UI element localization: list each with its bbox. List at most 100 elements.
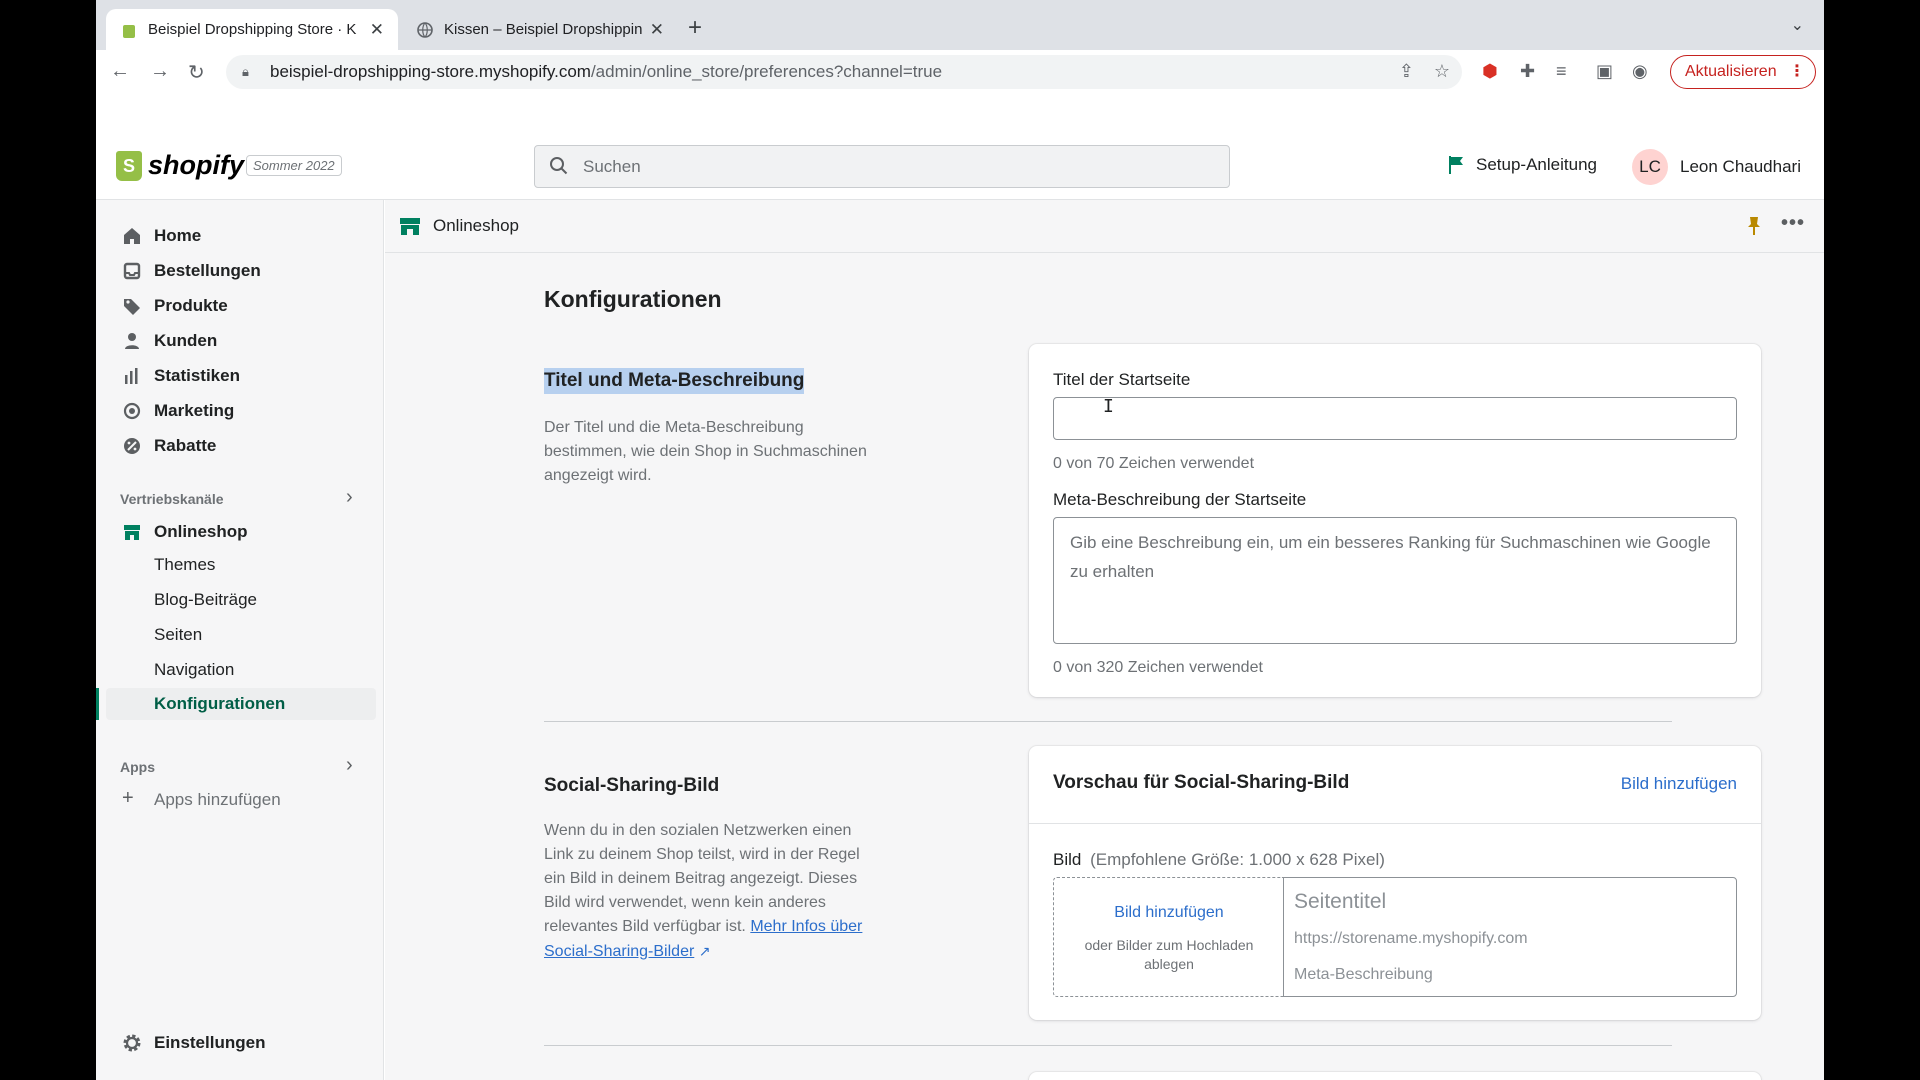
new-tab-icon[interactable]: +: [688, 14, 702, 42]
extension-icon[interactable]: ⬢: [1482, 61, 1498, 82]
chevron-right-icon[interactable]: ›: [346, 754, 353, 777]
globe-icon: [416, 21, 434, 39]
browser-window: Beispiel Dropshipping Store · K ✕ Kissen…: [96, 0, 1824, 1080]
browser-toolbar: ← → ↻ 🔒︎ beispiel-dropshipping-store.mys…: [96, 50, 1824, 94]
add-apps-label: Apps hinzufügen: [154, 790, 281, 809]
apps-heading: Apps: [120, 759, 155, 775]
page-title: Konfigurationen: [544, 286, 722, 312]
star-icon[interactable]: ☆: [1434, 61, 1450, 82]
sidebar-item-label: Statistiken: [154, 366, 240, 385]
image-label: Bild: [1053, 850, 1082, 869]
sidebar-sub-pages[interactable]: Seiten: [106, 619, 376, 651]
share-icon[interactable]: ⇪: [1399, 61, 1414, 82]
dropzone-add-button[interactable]: Bild hinzufügen: [1054, 904, 1284, 922]
preview-description: Meta-Beschreibung: [1294, 966, 1433, 983]
sidebar-sub-navigation[interactable]: Navigation: [106, 654, 376, 686]
sidebar-sub-preferences[interactable]: Konfigurationen: [106, 688, 376, 720]
side-panel-icon[interactable]: ▣: [1596, 61, 1613, 82]
chevron-right-icon[interactable]: ›: [346, 486, 353, 509]
dropzone-hint: oder Bilder zum Hochladen ablegen: [1084, 937, 1254, 972]
logo-text: shopify: [148, 150, 245, 180]
lock-icon: 🔒︎: [242, 64, 249, 79]
shopify-favicon-icon: [120, 21, 138, 39]
flag-icon: [1449, 156, 1463, 174]
image-dropzone[interactable]: Bild hinzufügen oder Bilder zum Hochlade…: [1053, 877, 1283, 997]
sidebar-item-analytics[interactable]: Statistiken: [106, 359, 376, 393]
external-link-icon: ↗: [698, 943, 711, 959]
tab-active[interactable]: Beispiel Dropshipping Store · K ✕: [106, 9, 398, 50]
active-indicator: [96, 688, 99, 720]
breadcrumb: Onlineshop •••: [385, 200, 1824, 253]
title-char-count: 0 von 70 Zeichen verwendet: [1053, 455, 1255, 472]
sidebar-item-label: Kunden: [154, 331, 218, 350]
meta-placeholder: Gib eine Beschreibung ein, um ein besser…: [1070, 533, 1711, 581]
person-icon: [125, 333, 139, 349]
sidebar-item-orders[interactable]: Bestellungen: [106, 254, 376, 288]
tab-inactive[interactable]: Kissen – Beispiel Dropshipping ✕: [402, 9, 678, 50]
address-bar[interactable]: 🔒︎ beispiel-dropshipping-store.myshopify…: [226, 55, 1462, 89]
sidebar-item-label: Einstellungen: [154, 1033, 266, 1052]
user-name[interactable]: Leon Chaudhari: [1680, 157, 1801, 177]
channels-heading: Vertriebskanäle: [120, 491, 224, 507]
sidebar-item-label: Bestellungen: [154, 261, 261, 280]
image-label-row: Bild (Empfohlene Größe: 1.000 x 628 Pixe…: [1053, 850, 1385, 870]
update-button[interactable]: Aktualisieren ⋮: [1670, 55, 1816, 89]
seo-card: Titel der Startseite 0 von 70 Zeichen ve…: [1029, 344, 1761, 697]
sidebar-item-label: Marketing: [154, 401, 235, 420]
more-icon[interactable]: •••: [1781, 212, 1805, 235]
sidebar-item-online-store[interactable]: Onlineshop: [106, 515, 376, 549]
meta-description-textarea[interactable]: Gib eine Beschreibung ein, um ein besser…: [1053, 517, 1737, 644]
section-title-social: Social-Sharing-Bild: [544, 775, 720, 796]
media-icon[interactable]: ≡: [1556, 61, 1567, 82]
puzzle-icon[interactable]: ✚: [1520, 61, 1535, 82]
add-apps-button[interactable]: + Apps hinzufügen: [106, 784, 376, 816]
setup-guide-button[interactable]: Setup-Anleitung: [1448, 155, 1597, 175]
sidebar: Home Bestellungen Produkte Kunden Statis…: [96, 200, 384, 1080]
sidebar-item-products[interactable]: Produkte: [106, 289, 376, 323]
breadcrumb-label: Onlineshop: [433, 216, 520, 235]
sidebar-item-marketing[interactable]: Marketing: [106, 394, 376, 428]
home-title-input[interactable]: [1053, 397, 1737, 440]
tab-title: Kissen – Beispiel Dropshipping: [444, 21, 642, 38]
pin-icon[interactable]: [1747, 216, 1761, 236]
sidebar-item-customers[interactable]: Kunden: [106, 324, 376, 358]
tab-title: Beispiel Dropshipping Store · K: [148, 21, 357, 38]
back-icon[interactable]: ←: [110, 60, 130, 83]
sidebar-item-label: Produkte: [154, 296, 228, 315]
social-card-title: Vorschau für Social-Sharing-Bild: [1053, 772, 1350, 793]
shopify-logo[interactable]: shopify: [116, 150, 244, 181]
tab-strip: Beispiel Dropshipping Store · K ✕ Kissen…: [96, 0, 1824, 50]
section-divider: [544, 1045, 1672, 1046]
forward-icon[interactable]: →: [150, 60, 170, 83]
next-card: [1029, 1072, 1761, 1080]
preview-url: https://storename.myshopify.com: [1294, 930, 1528, 947]
chevron-down-icon[interactable]: ⌄: [1791, 15, 1804, 35]
gear-icon: [123, 1034, 141, 1052]
sidebar-sub-themes[interactable]: Themes: [106, 549, 376, 581]
sidebar-item-settings[interactable]: Einstellungen: [106, 1026, 376, 1060]
avatar[interactable]: LC: [1632, 149, 1668, 185]
menu-icon[interactable]: ⋮: [1789, 61, 1805, 81]
close-icon[interactable]: ✕: [370, 20, 384, 40]
section-desc-seo: Der Titel und die Meta-Beschreibung best…: [544, 419, 867, 484]
setup-label: Setup-Anleitung: [1476, 155, 1597, 174]
profile-icon[interactable]: ◉: [1632, 61, 1648, 82]
sidebar-sub-blog-posts[interactable]: Blog-Beiträge: [106, 584, 376, 616]
discount-icon: [124, 438, 140, 454]
home-icon: [124, 228, 140, 244]
update-label: Aktualisieren: [1685, 63, 1777, 80]
bar-chart-icon: [125, 368, 138, 384]
reload-icon[interactable]: ↻: [188, 60, 205, 85]
url-host: beispiel-dropshipping-store.myshopify.co…: [270, 62, 591, 81]
section-divider: [544, 721, 1672, 722]
sidebar-item-home[interactable]: Home: [106, 219, 376, 253]
search-icon: [550, 157, 568, 175]
sidebar-item-discounts[interactable]: Rabatte: [106, 429, 376, 463]
sidebar-item-label: Home: [154, 226, 202, 245]
search-input[interactable]: Suchen: [534, 145, 1230, 188]
close-icon[interactable]: ✕: [650, 20, 664, 40]
tag-icon: [124, 299, 140, 315]
text-cursor-icon: I: [1103, 396, 1114, 417]
meta-char-count: 0 von 320 Zeichen verwendet: [1053, 659, 1263, 676]
add-image-link[interactable]: Bild hinzufügen: [1621, 774, 1737, 794]
